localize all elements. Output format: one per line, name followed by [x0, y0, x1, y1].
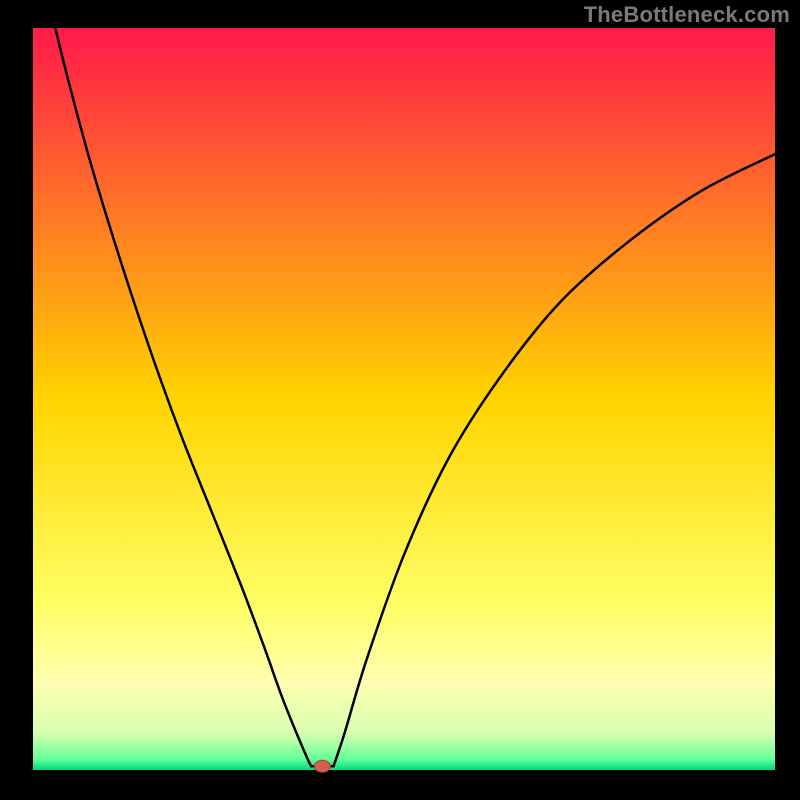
min-marker	[314, 760, 330, 772]
chart-canvas: TheBottleneck.com	[0, 0, 800, 800]
watermark-text: TheBottleneck.com	[584, 2, 790, 28]
chart-svg	[0, 0, 800, 800]
plot-area	[33, 28, 775, 770]
